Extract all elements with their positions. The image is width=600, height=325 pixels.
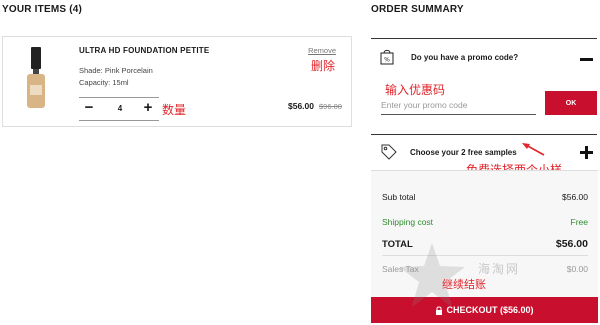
item-original-price: $96.00 — [319, 102, 342, 111]
total-value: $56.00 — [555, 238, 588, 250]
annotation-remove: 删除 — [311, 59, 336, 73]
quantity-value[interactable]: 4 — [106, 104, 134, 113]
quantity-stepper: − 4 + — [79, 97, 159, 121]
cart-title: YOUR ITEMS (4) — [2, 4, 83, 15]
annotation-promo: 输入优惠码 — [385, 83, 446, 97]
expand-samples-icon[interactable] — [580, 146, 593, 159]
divider — [371, 38, 597, 39]
divider — [371, 134, 597, 135]
quantity-decrease-button[interactable]: − — [82, 100, 96, 117]
annotation-checkout: 继续结账 — [442, 278, 486, 291]
annotation-quantity: 数量 — [162, 103, 187, 117]
shipping-label: Shipping cost — [382, 217, 434, 227]
free-samples-title[interactable]: Choose your 2 free samples — [410, 148, 517, 157]
tag-icon — [381, 144, 397, 160]
item-name: ULTRA HD FOUNDATION PETITE — [79, 46, 210, 55]
remove-link[interactable]: Remove — [308, 46, 336, 55]
watermark-text: 海淘网 — [478, 262, 521, 276]
quantity-increase-button[interactable]: + — [141, 100, 155, 117]
watermark-star-icon — [399, 243, 465, 307]
svg-text:%: % — [384, 57, 390, 64]
subtotal-label: Sub total — [382, 192, 416, 202]
item-price: $56.00 — [288, 101, 314, 111]
percent-tag-icon: % — [380, 49, 394, 65]
item-shade: Shade: Pink Porcelain — [79, 66, 153, 75]
promo-ok-button[interactable]: OK — [545, 91, 597, 115]
shipping-value: Free — [570, 217, 588, 227]
arrow-icon — [522, 143, 545, 156]
sales-tax-value: $0.00 — [566, 264, 588, 274]
item-capacity: Capacity: 15ml — [79, 78, 129, 87]
promo-code-input[interactable] — [381, 96, 536, 115]
foundation-bottle-icon — [27, 47, 45, 108]
promo-code-title[interactable]: Do you have a promo code? — [411, 53, 518, 62]
summary-title: ORDER SUMMARY — [371, 4, 464, 15]
subtotal-value: $56.00 — [562, 192, 588, 202]
collapse-promo-icon[interactable] — [580, 58, 593, 61]
